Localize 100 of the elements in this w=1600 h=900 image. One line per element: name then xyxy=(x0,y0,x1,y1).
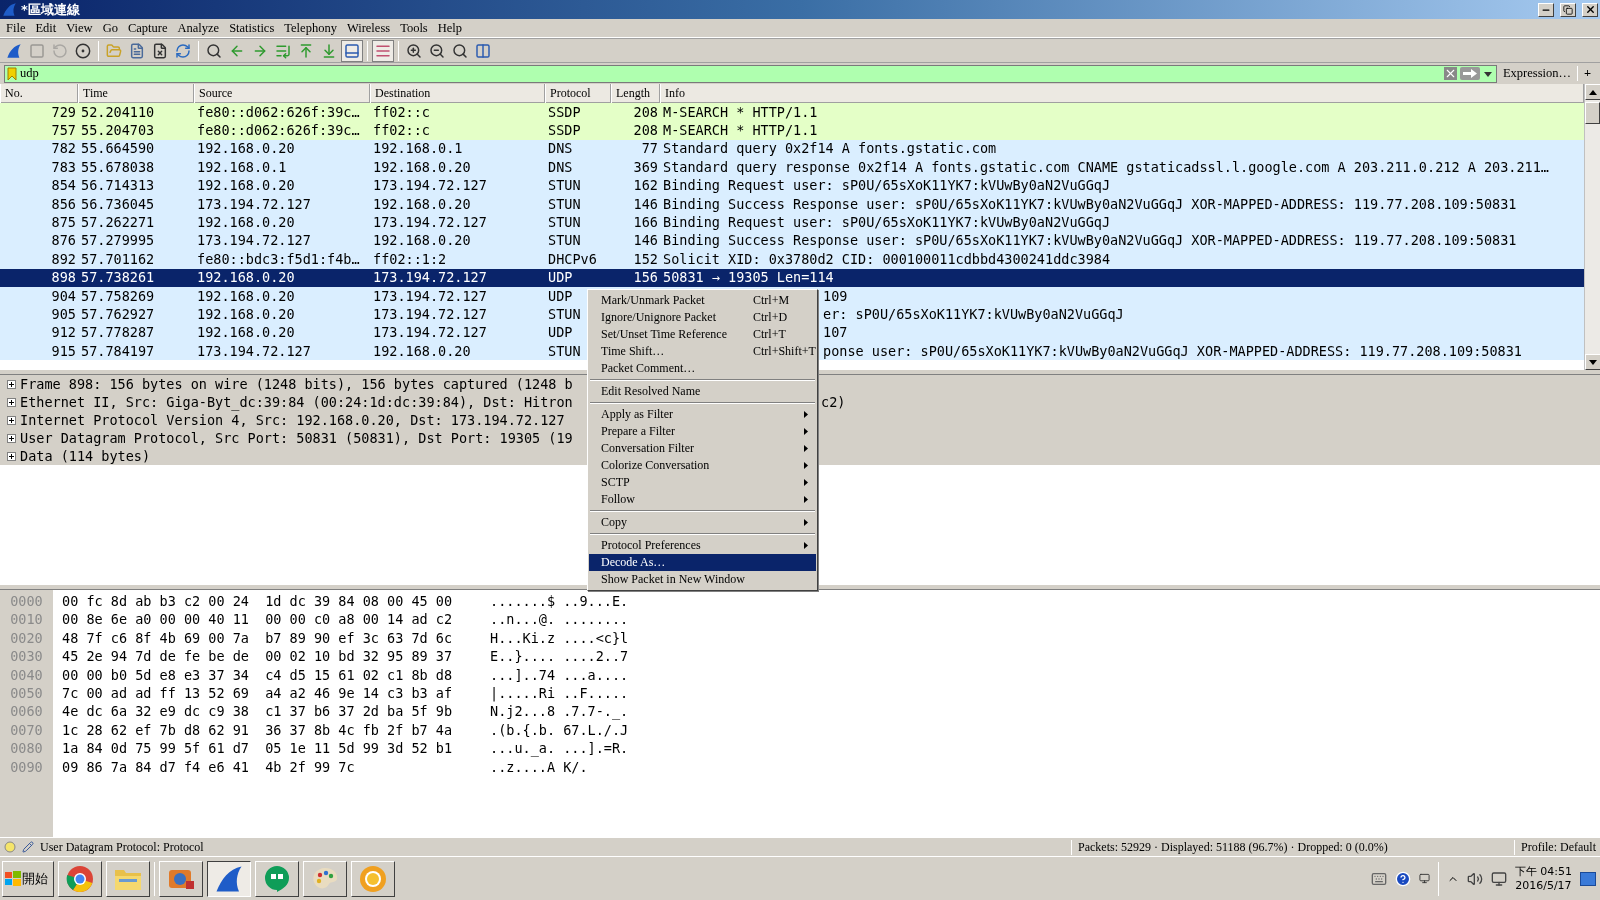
menu-item[interactable]: View xyxy=(61,20,98,36)
expand-icon[interactable] xyxy=(7,433,16,443)
menu-item[interactable]: Set/Unset Time Reference Ctrl+T xyxy=(589,326,816,343)
menu-item[interactable]: Tools xyxy=(395,20,433,36)
network-icon[interactable] xyxy=(1490,870,1507,887)
tree-item[interactable]: Ethernet II, Src: Giga-Byt_dc:39:84 (00:24:1d:dc:39:84), Dst: Hitron xyxy=(20,394,573,410)
scrollbar[interactable] xyxy=(1584,84,1600,370)
add-filter-button[interactable]: + xyxy=(1582,65,1598,82)
filter-field[interactable]: udp xyxy=(4,64,1497,83)
menu-item[interactable]: Telephony xyxy=(279,20,342,36)
table-cell-text: fe80::d062:626f:39c… xyxy=(196,122,360,140)
menu-item[interactable]: Edit Resolved Name xyxy=(589,383,816,400)
hex-bytes: 45 2e 94 7d de fe be de 00 02 10 bd 32 95 89 37 xyxy=(62,647,453,666)
table-cell-text: 152 xyxy=(633,250,659,268)
table-cell-text: STUN xyxy=(547,232,581,250)
tree-item[interactable]: User Datagram Protocol, Src Port: 50831 (50831), Dst Port: 19305 (19 xyxy=(20,430,573,446)
display-icon[interactable] xyxy=(1418,873,1430,884)
keyboard-icon[interactable] xyxy=(1370,870,1387,887)
scroll-down-button[interactable] xyxy=(1585,354,1600,370)
table-cell-text: 156 xyxy=(633,269,659,287)
menu-item[interactable]: Wireless xyxy=(341,20,396,36)
menu-item[interactable]: Edit xyxy=(30,20,62,36)
menu-item[interactable]: SCTP xyxy=(589,474,816,491)
menu-item[interactable]: Conversation Filter xyxy=(589,440,816,457)
menu-item[interactable]: Protocol Preferences xyxy=(589,537,816,554)
status-circle-icon xyxy=(4,841,16,853)
toolbar-button[interactable] xyxy=(341,39,363,62)
caret-icon[interactable] xyxy=(1482,69,1493,78)
menu-item[interactable]: Statistics xyxy=(224,20,280,36)
table-cell-text: 57.758269 xyxy=(80,287,155,305)
offset-label: 0070 xyxy=(10,720,43,740)
hex-bytes: 7c 00 ad ad ff 13 52 69 a4 a2 46 9e 14 c3 b3 af xyxy=(62,683,453,703)
window-title: *區域連線 xyxy=(21,0,81,19)
menu-item[interactable]: Go xyxy=(97,20,123,36)
ascii-text: |.....Ri ..F..... xyxy=(490,683,629,703)
menu-item[interactable]: Prepare a Filter xyxy=(589,423,816,440)
packet-row[interactable]: 783 55.678038 192.168.0.1 192.168.0.20 DNS 369 Standard query response 0x2f14 A fonts.gstatic.com CNAME gstaticadssl.l.google.com A 203.211.0.212 A 203.211… xyxy=(0,158,1584,177)
table-cell-text: 52.204110 xyxy=(80,103,155,121)
menu-item[interactable]: Capture xyxy=(122,20,173,36)
table-cell-text: 173.194.72.127 xyxy=(372,287,487,305)
restore-button[interactable] xyxy=(1560,2,1576,17)
menu-item[interactable]: Time Shift… Ctrl+Shift+T xyxy=(589,343,816,360)
offset-label: 0060 xyxy=(10,702,43,721)
scroll-up-button[interactable] xyxy=(1585,84,1600,100)
expand-icon[interactable] xyxy=(7,379,16,389)
start-label: 開始 xyxy=(22,869,48,888)
expand-icon[interactable] xyxy=(7,397,16,407)
table-cell-text: ponse user: sP0U/65sXoK11YK7:kVUwBy0aN2VuGGqJ XOR-MAPPED-ADDRESS: 119.77.208.109:50831 xyxy=(822,342,1522,360)
filter-input[interactable]: udp xyxy=(20,66,1441,81)
clear-icon[interactable] xyxy=(1443,67,1457,80)
menu-item[interactable]: Show Packet in New Window xyxy=(589,571,816,588)
menu-item[interactable]: File xyxy=(1,20,31,36)
tree-item[interactable]: Internet Protocol Version 4, Src: 192.168.0.20, Dst: 173.194.72.127 xyxy=(20,412,565,428)
help-icon[interactable] xyxy=(1394,870,1411,887)
menu-item[interactable]: Decode As… xyxy=(589,554,816,571)
menu-item[interactable]: Analyze xyxy=(172,20,225,36)
menu-item[interactable]: Ignore/Unignore Packet Ctrl+D xyxy=(589,309,816,326)
menu-item[interactable]: Follow xyxy=(589,491,816,508)
clock[interactable]: 下午 04:51 2016/5/17 xyxy=(1514,864,1572,893)
menu-item[interactable]: Help xyxy=(432,20,468,36)
packet-row[interactable]: 757 55.204703 fe80::d062:626f:39c… ff02::c SSDP 208 M-SEARCH * HTTP/1.1 xyxy=(0,121,1584,140)
taskbar-button[interactable] xyxy=(207,860,251,897)
expand-icon[interactable] xyxy=(7,415,16,425)
close-button[interactable] xyxy=(1582,2,1598,17)
browser-icon xyxy=(66,864,94,893)
start-button[interactable]: 開始 xyxy=(2,860,54,897)
expand-icon[interactable] xyxy=(7,451,16,461)
scroll-thumb[interactable] xyxy=(1585,102,1600,124)
speaker-icon[interactable] xyxy=(1466,870,1483,887)
show-desktop-icon[interactable] xyxy=(1580,871,1596,886)
panel-icon xyxy=(344,42,360,59)
minimize-button[interactable] xyxy=(1538,2,1554,17)
menu-item[interactable]: Copy xyxy=(589,514,816,531)
tree-item[interactable]: c2) xyxy=(821,394,846,410)
menu-item[interactable]: Colorize Conversation xyxy=(589,457,816,474)
packet-row[interactable]: 892 57.701162 fe80::bdc3:f5d1:f4b… ff02::1:2 DHCPv6 152 Solicit XID: 0x3780d2 CID: 000100011cdbbd4300241ddc3984 xyxy=(0,250,1584,269)
bookmark-icon[interactable] xyxy=(7,66,17,81)
menu-item[interactable]: Apply as Filter xyxy=(589,406,816,423)
table-cell-text: 55.678038 xyxy=(80,158,155,176)
magnifier-icon xyxy=(452,42,468,59)
tree-item[interactable]: Data (114 bytes) xyxy=(20,448,151,464)
toolbar-button[interactable] xyxy=(372,39,394,62)
zoom-in-icon xyxy=(406,42,422,59)
table-cell-text: UDP xyxy=(547,287,573,305)
packet-row[interactable]: 875 57.262271 192.168.0.20 173.194.72.127 STUN 166 Binding Request user: sP0U/65sXoK11YK7:kVUwBy0aN2VuGGqJ xyxy=(0,213,1584,232)
menu-item[interactable]: Packet Comment… xyxy=(589,360,816,377)
offset-label: 0020 xyxy=(10,628,43,648)
table-cell-text: 192.168.0.20 xyxy=(196,214,295,232)
table-cell-text: 173.194.72.127 xyxy=(372,214,487,232)
table-cell-text: 904 xyxy=(51,287,77,305)
table-cell-text: er: sP0U/65sXoK11YK7:kVUwBy0aN2VuGGqJ xyxy=(822,306,1124,323)
app-icon xyxy=(2,2,17,17)
packet-row[interactable]: 729 52.204110 fe80::d062:626f:39c… ff02::c SSDP 208 M-SEARCH * HTTP/1.1 xyxy=(0,103,1584,122)
hex-bytes: 1c 28 62 ef 7b d8 62 91 36 37 8b 4c fb 2f b7 4a xyxy=(62,720,453,740)
expression-button[interactable]: Expression… xyxy=(1500,65,1573,82)
table-cell-text: 173.194.72.127 xyxy=(372,177,487,195)
table-cell-text: 50831 → 19305 Len=114 xyxy=(662,269,834,287)
edit-icon[interactable] xyxy=(22,841,34,853)
menu-item[interactable]: Mark/Unmark Packet Ctrl+M xyxy=(589,292,816,309)
profile-text[interactable]: Profile: Default xyxy=(1521,839,1596,855)
